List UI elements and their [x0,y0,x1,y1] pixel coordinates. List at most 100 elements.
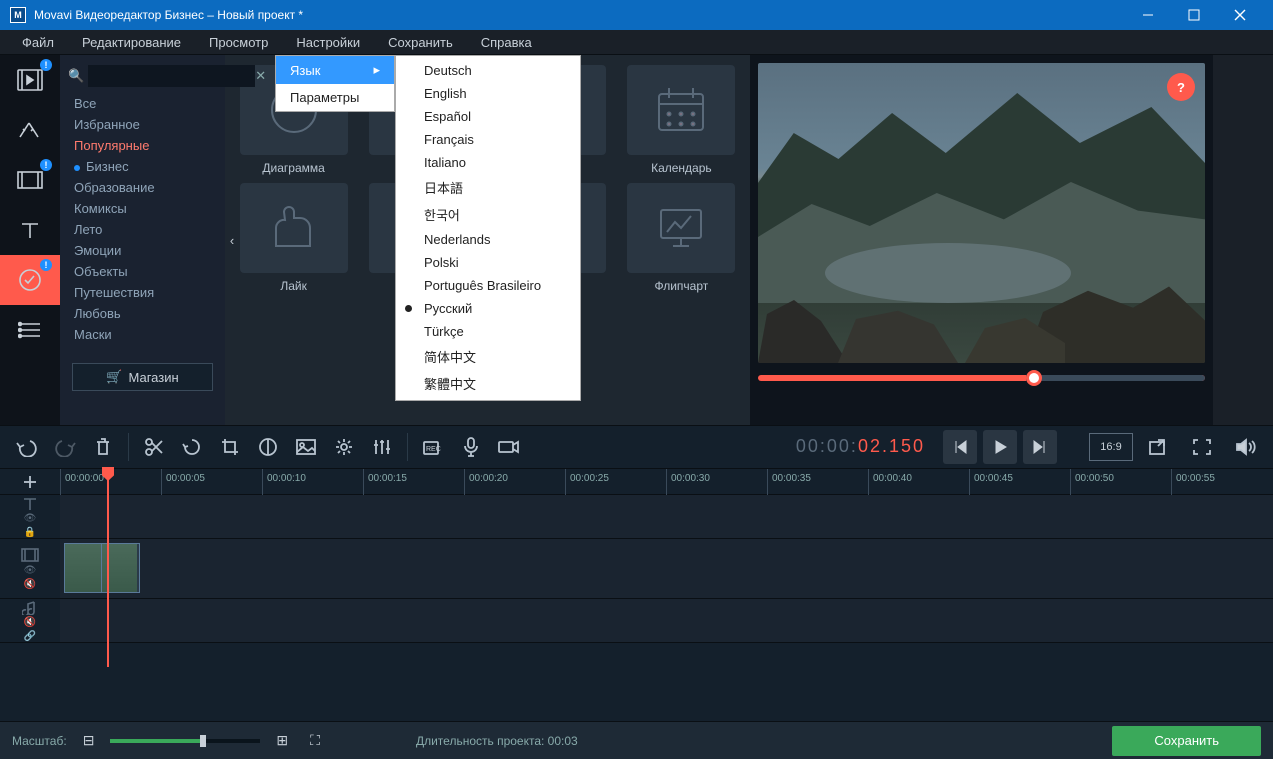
language-option[interactable]: Italiano [396,151,580,174]
visibility-icon[interactable]: 👁 [24,513,37,524]
language-option[interactable]: Türkçe [396,320,580,343]
volume-button[interactable] [1227,430,1265,464]
language-option[interactable]: 日本語 [396,174,580,201]
mute-icon[interactable]: 🔇 [24,617,36,628]
menu-view[interactable]: Просмотр [195,32,282,53]
microphone-button[interactable] [452,430,490,464]
close-button[interactable] [1217,0,1263,30]
language-option[interactable]: Español [396,105,580,128]
seek-bar[interactable] [758,375,1205,381]
detach-button[interactable] [1139,430,1177,464]
category-item[interactable]: Комиксы [60,198,225,219]
delete-button[interactable] [84,430,122,464]
rotate-button[interactable] [173,430,211,464]
maximize-button[interactable] [1171,0,1217,30]
video-clip[interactable] [64,543,140,593]
category-item[interactable]: Все [60,93,225,114]
settings-submenu: Язык▸ Параметры [275,55,395,112]
ruler-tick: 00:00:40 [868,469,969,495]
prev-frame-button[interactable] [943,430,977,464]
fullscreen-button[interactable] [1183,430,1221,464]
zoom-out-icon[interactable]: ⊟ [83,732,95,749]
menu-settings[interactable]: Настройки [282,32,374,53]
redo-button[interactable] [46,430,84,464]
save-button[interactable]: Сохранить [1112,726,1261,756]
menu-save[interactable]: Сохранить [374,32,467,53]
menu-help[interactable]: Справка [467,32,546,53]
help-button[interactable]: ? [1167,73,1195,101]
asset-label: Календарь [651,161,712,175]
category-item[interactable]: Избранное [60,114,225,135]
rail-media[interactable]: ! [0,55,60,105]
aspect-ratio-button[interactable]: 16:9 [1089,433,1133,461]
zoom-fit-icon[interactable]: ⛶ [310,732,320,749]
language-option[interactable]: Français [396,128,580,151]
category-item[interactable]: Образование [60,177,225,198]
menu-edit[interactable]: Редактирование [68,32,195,53]
rail-stickers[interactable]: ! [0,255,60,305]
playhead[interactable] [107,469,109,667]
duration-label: Длительность проекта: 00:03 [416,734,578,748]
next-frame-button[interactable] [1023,430,1057,464]
language-option[interactable]: Português Brasileiro [396,274,580,297]
submenu-language[interactable]: Язык▸ [276,56,394,84]
color-button[interactable] [249,430,287,464]
language-option[interactable]: Nederlands [396,228,580,251]
timeline-ruler[interactable]: 00:00:0000:00:0500:00:1000:00:1500:00:20… [60,469,1273,494]
category-item[interactable]: Маски [60,324,225,345]
category-item[interactable]: Популярные [60,135,225,156]
asset-item[interactable]: Лайк [233,183,354,293]
category-item[interactable]: Эмоции [60,240,225,261]
language-option[interactable]: 한국어 [396,201,580,228]
track-body-audio[interactable] [60,599,1273,642]
link-icon[interactable]: 🔗 [24,631,36,642]
record-button[interactable]: REC [414,430,452,464]
language-option[interactable]: Русский [396,297,580,320]
rail-more[interactable] [0,305,60,355]
language-option[interactable]: Deutsch [396,59,580,82]
preview-video[interactable] [758,63,1205,363]
search-input[interactable] [88,65,255,87]
play-button[interactable] [983,430,1017,464]
language-option[interactable]: Polski [396,251,580,274]
mute-icon[interactable]: 🔇 [24,579,37,590]
asset-item[interactable]: Календарь [621,65,742,175]
category-item[interactable]: Бизнес [60,156,225,177]
category-item[interactable]: Объекты [60,261,225,282]
asset-item[interactable]: Флипчарт [621,183,742,293]
category-item[interactable]: Путешествия [60,282,225,303]
picture-button[interactable] [287,430,325,464]
rail-filters[interactable] [0,105,60,155]
track-body-video[interactable] [60,539,1273,598]
rail-transitions[interactable]: ! [0,155,60,205]
asset-label: Флипчарт [654,279,708,293]
collapse-panel-button[interactable]: ‹ [225,215,239,265]
category-item[interactable]: Любовь [60,303,225,324]
submenu-parameters[interactable]: Параметры [276,84,394,111]
camera-button[interactable] [490,430,528,464]
menu-file[interactable]: Файл [8,32,68,53]
minimize-button[interactable] [1125,0,1171,30]
add-track-button[interactable] [16,471,44,493]
visibility-icon[interactable]: 👁 [24,565,37,576]
zoom-in-icon[interactable]: ⊞ [276,732,288,749]
category-item[interactable]: Лето [60,219,225,240]
timecode: 00:00:02.150 [796,436,925,458]
language-option[interactable]: 繁體中文 [396,370,580,397]
undo-button[interactable] [8,430,46,464]
settings-button[interactable] [325,430,363,464]
store-button[interactable]: 🛒Магазин [72,363,213,391]
track-body-titles[interactable] [60,495,1273,538]
lock-icon[interactable]: 🔒 [24,527,37,538]
zoom-slider[interactable] [110,739,260,743]
split-button[interactable] [135,430,173,464]
language-option[interactable]: English [396,82,580,105]
clear-search-button[interactable]: ✕ [255,66,266,86]
seek-knob[interactable] [1026,370,1042,386]
ruler-tick: 00:00:45 [969,469,1070,495]
zoom-label: Масштаб: [12,734,67,748]
rail-titles[interactable] [0,205,60,255]
language-option[interactable]: 简体中文 [396,343,580,370]
equalizer-button[interactable] [363,430,401,464]
crop-button[interactable] [211,430,249,464]
